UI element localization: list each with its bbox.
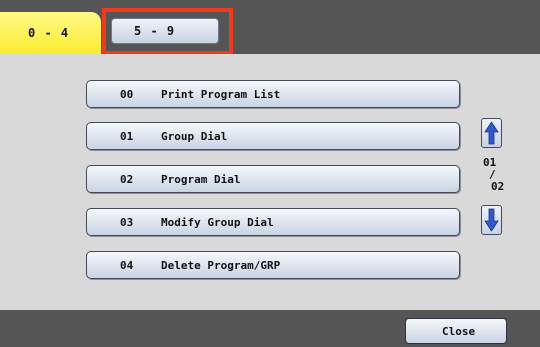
program-label: Print Program List — [161, 88, 281, 101]
scroll-down-button[interactable] — [481, 205, 502, 235]
program-number: 04 — [120, 259, 134, 272]
page-indicator: 01 / 02 — [479, 157, 507, 197]
page-separator: / — [489, 168, 496, 181]
tab-0-4-label: 0 - 4 — [28, 26, 70, 40]
program-button-00[interactable]: 00 Print Program List — [86, 80, 460, 108]
page-total: 02 — [491, 180, 505, 193]
program-number: 02 — [120, 173, 134, 186]
program-button-03[interactable]: 03 Modify Group Dial — [86, 208, 460, 236]
program-number: 00 — [120, 88, 134, 101]
scroll-up-button[interactable] — [481, 118, 502, 148]
program-label: Program Dial — [161, 173, 241, 186]
arrow-down-icon — [484, 208, 499, 232]
program-number: 03 — [120, 216, 134, 229]
program-label: Delete Program/GRP — [161, 259, 281, 272]
program-label: Modify Group Dial — [161, 216, 274, 229]
tab-0-4[interactable]: 0 - 4 — [0, 12, 101, 54]
page-current: 01 — [483, 156, 497, 169]
program-button-04[interactable]: 04 Delete Program/GRP — [86, 251, 460, 279]
program-label: Group Dial — [161, 130, 228, 143]
program-button-02[interactable]: 02 Program Dial — [86, 165, 460, 193]
arrow-up-icon — [484, 121, 499, 145]
program-list: 00 Print Program List 01 Group Dial 02 P… — [0, 54, 540, 310]
close-button-label: Close — [442, 325, 476, 338]
tab-bar: 0 - 4 5 - 9 — [0, 0, 540, 55]
program-number: 01 — [120, 130, 134, 143]
bottom-bar: Close — [0, 310, 540, 347]
program-button-01[interactable]: 01 Group Dial — [86, 122, 460, 150]
close-button[interactable]: Close — [405, 318, 507, 344]
program-selection-screen: 0 - 4 5 - 9 00 Print Program List 01 Gro… — [0, 0, 540, 347]
highlight-box — [102, 8, 233, 55]
